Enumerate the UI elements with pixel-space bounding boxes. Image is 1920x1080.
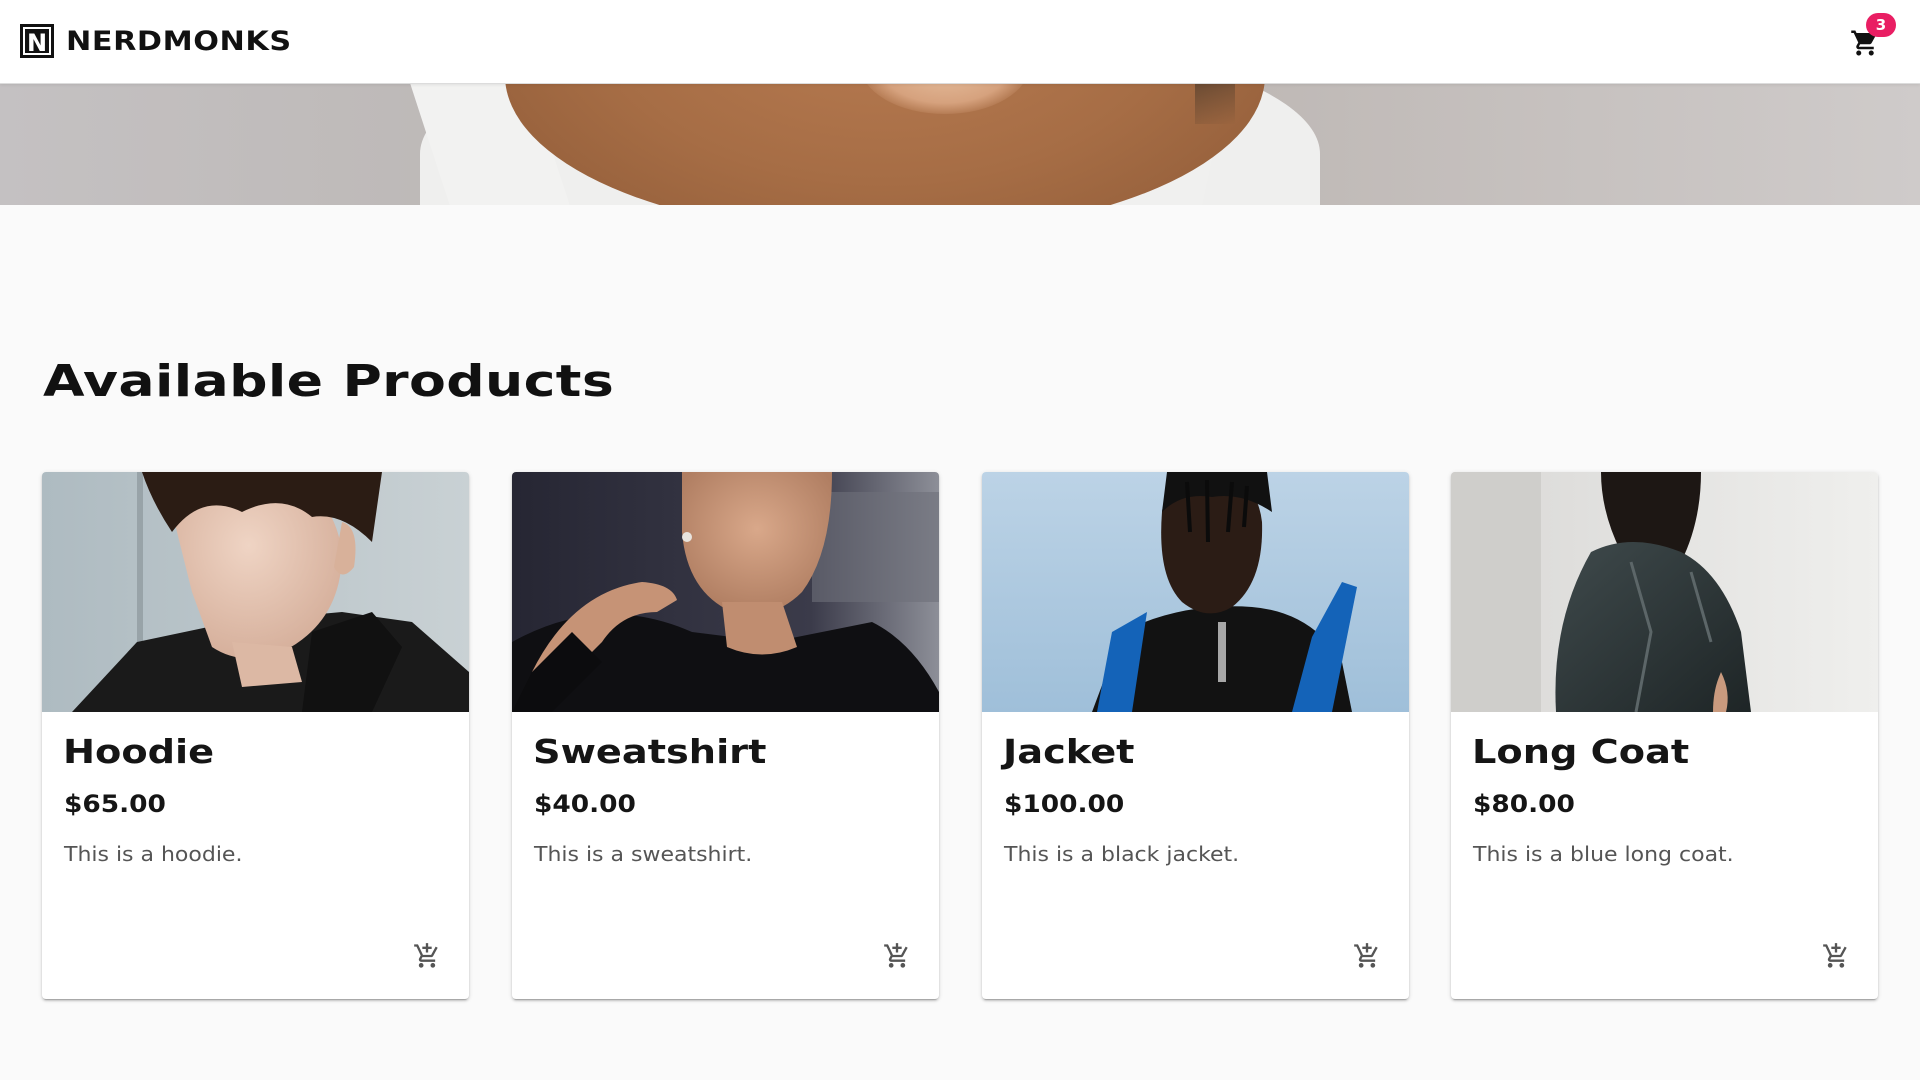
product-description: This is a black jacket. xyxy=(1004,842,1240,866)
product-card-hoodie[interactable]: Hoodie $65.00 This is a hoodie. xyxy=(42,472,469,999)
add-to-cart-button[interactable] xyxy=(405,934,449,978)
product-price: $80.00 xyxy=(1473,790,1575,818)
product-name: Long Coat xyxy=(1472,732,1690,771)
product-card-sweatshirt[interactable]: Sweatshirt $40.00 This is a sweatshirt. xyxy=(512,472,939,999)
product-price: $40.00 xyxy=(534,790,636,818)
add-to-cart-button[interactable] xyxy=(1345,934,1389,978)
add-to-cart-icon xyxy=(884,943,908,968)
add-to-cart-button[interactable] xyxy=(1814,934,1858,978)
product-description: This is a blue long coat. xyxy=(1473,842,1734,866)
section-title: Available Products xyxy=(43,356,615,407)
logo-mark: N xyxy=(20,24,54,58)
product-description: This is a hoodie. xyxy=(64,842,243,866)
add-to-cart-button[interactable] xyxy=(875,934,919,978)
cart-button[interactable]: 3 xyxy=(1844,13,1896,62)
product-card-jacket[interactable]: Jacket $100.00 This is a black jacket. xyxy=(982,472,1409,999)
product-price: $65.00 xyxy=(64,790,166,818)
hero-banner-image xyxy=(0,84,1920,205)
product-card-long-coat[interactable]: Long Coat $80.00 This is a blue long coa… xyxy=(1451,472,1878,999)
product-grid: Hoodie $65.00 This is a hoodie. Sweatshi… xyxy=(42,472,1878,999)
app-header: N NERDMONKS 3 xyxy=(0,0,1920,84)
product-description: This is a sweatshirt. xyxy=(534,842,753,866)
add-to-cart-icon xyxy=(1354,943,1378,968)
product-name: Hoodie xyxy=(63,732,215,771)
cart-count-badge: 3 xyxy=(1866,13,1896,37)
jacket-product-image xyxy=(982,472,1409,712)
product-price: $100.00 xyxy=(1004,790,1125,818)
add-to-cart-icon xyxy=(414,943,438,968)
brand-name: NERDMONKS xyxy=(66,25,292,57)
product-name: Jacket xyxy=(1003,732,1135,771)
product-name: Sweatshirt xyxy=(533,732,767,771)
long-coat-product-image xyxy=(1451,472,1878,712)
hoodie-product-image xyxy=(42,472,469,712)
sweatshirt-product-image xyxy=(512,472,939,712)
brand-logo-link[interactable]: N NERDMONKS xyxy=(20,24,291,58)
add-to-cart-icon xyxy=(1823,943,1847,968)
